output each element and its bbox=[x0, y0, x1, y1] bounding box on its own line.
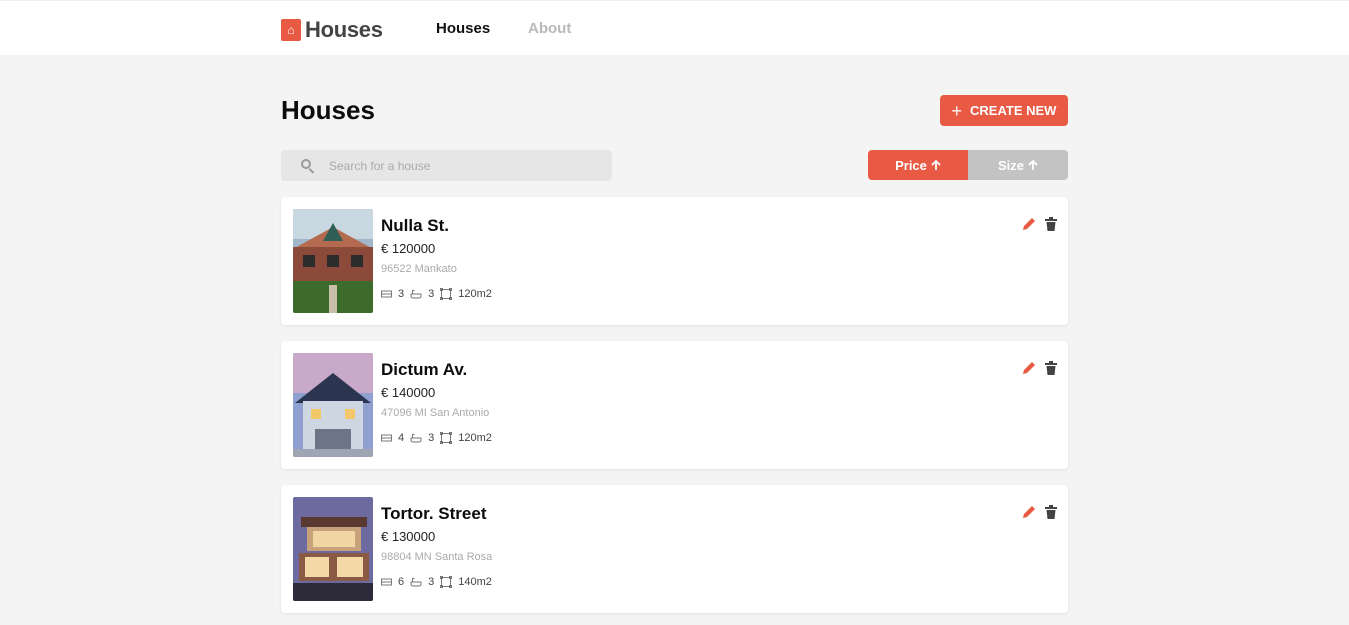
top-navigation-bar: ⌂ Houses Houses About bbox=[0, 0, 1349, 55]
house-price: € 130000 bbox=[381, 529, 436, 544]
search-input[interactable] bbox=[329, 158, 589, 173]
bath-icon bbox=[410, 434, 422, 443]
trash-icon[interactable] bbox=[1045, 505, 1057, 519]
nav-link-about[interactable]: About bbox=[528, 20, 571, 37]
bedrooms-count: 4 bbox=[398, 432, 405, 444]
house-specs: 3 3 120m2 bbox=[381, 288, 498, 300]
bath-icon bbox=[410, 578, 422, 587]
house-size: 140m2 bbox=[458, 576, 492, 588]
bedrooms-count: 3 bbox=[398, 288, 405, 300]
house-logo-icon: ⌂ bbox=[281, 19, 301, 41]
house-price: € 140000 bbox=[381, 385, 436, 400]
size-icon bbox=[440, 432, 453, 444]
house-card[interactable]: Dictum Av. € 140000 47096 MI San Antonio… bbox=[281, 341, 1068, 469]
house-title: Nulla St. bbox=[381, 216, 450, 235]
bathrooms-count: 3 bbox=[428, 576, 435, 588]
house-size: 120m2 bbox=[458, 288, 492, 300]
page-title: Houses bbox=[281, 95, 375, 125]
house-photo bbox=[293, 209, 373, 313]
plus-icon: + bbox=[951, 100, 963, 121]
bed-icon bbox=[381, 578, 392, 585]
arrow-up-icon bbox=[1028, 159, 1038, 170]
house-specs: 4 3 120m2 bbox=[381, 432, 498, 444]
bedrooms-count: 6 bbox=[398, 576, 405, 588]
house-photo bbox=[293, 497, 373, 601]
house-card[interactable]: Tortor. Street € 130000 98804 MN Santa R… bbox=[281, 485, 1068, 613]
search-icon bbox=[301, 158, 315, 174]
sort-price-label: Price bbox=[895, 157, 927, 173]
bathrooms-count: 3 bbox=[428, 432, 435, 444]
arrow-up-icon bbox=[931, 159, 941, 170]
search-bar bbox=[281, 150, 612, 181]
bath-icon bbox=[410, 290, 422, 299]
sort-by-size-button[interactable]: Size bbox=[968, 150, 1068, 180]
size-icon bbox=[440, 576, 453, 588]
trash-icon[interactable] bbox=[1045, 217, 1057, 231]
bed-icon bbox=[381, 290, 392, 297]
sort-size-label: Size bbox=[997, 157, 1024, 173]
house-address: 98804 MN Santa Rosa bbox=[381, 551, 493, 563]
house-size: 120m2 bbox=[458, 432, 492, 444]
house-address: 96522 Mankato bbox=[381, 263, 457, 275]
pencil-icon[interactable] bbox=[1022, 217, 1036, 231]
create-new-button[interactable]: + CREATE NEW bbox=[940, 95, 1068, 126]
house-address: 47096 MI San Antonio bbox=[381, 407, 490, 419]
logo[interactable]: ⌂ Houses bbox=[281, 17, 383, 43]
trash-icon[interactable] bbox=[1045, 361, 1057, 375]
logo-text: Houses bbox=[305, 17, 383, 42]
house-price: € 120000 bbox=[381, 241, 436, 256]
pencil-icon[interactable] bbox=[1022, 361, 1036, 375]
sort-toggle: Price Size bbox=[868, 150, 1068, 180]
bed-icon bbox=[381, 434, 392, 441]
create-new-label: CREATE NEW bbox=[970, 103, 1057, 118]
nav-link-houses[interactable]: Houses bbox=[436, 20, 490, 37]
house-photo bbox=[293, 353, 373, 457]
pencil-icon[interactable] bbox=[1022, 505, 1036, 519]
house-title: Tortor. Street bbox=[381, 504, 487, 523]
house-card[interactable]: Nulla St. € 120000 96522 Mankato 3 3 120… bbox=[281, 197, 1068, 325]
size-icon bbox=[440, 288, 453, 300]
house-title: Dictum Av. bbox=[381, 360, 468, 379]
house-specs: 6 3 140m2 bbox=[381, 576, 498, 588]
bathrooms-count: 3 bbox=[428, 288, 435, 300]
sort-by-price-button[interactable]: Price bbox=[868, 150, 968, 180]
